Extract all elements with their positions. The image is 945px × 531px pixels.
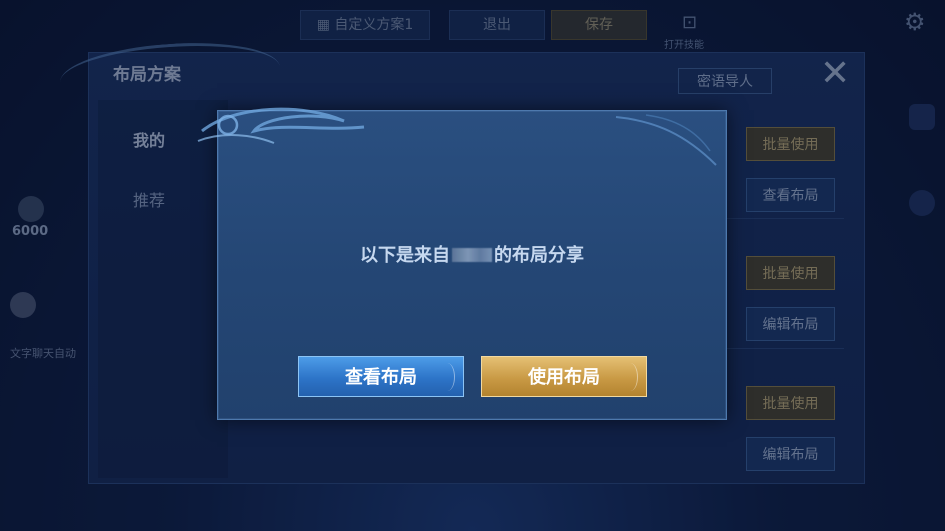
cloud-swirl-decoration [197,107,365,144]
button-glint-decoration [440,363,455,391]
view-layout-button[interactable]: 查看布局 [298,356,464,397]
cloud-swirl-decoration [615,114,717,166]
redacted-username [452,248,492,262]
use-layout-label: 使用布局 [528,367,600,388]
layout-share-dialog: 以下是来自 的布局分享 查看布局 使用布局 [197,107,727,420]
use-layout-button[interactable]: 使用布局 [481,356,647,397]
share-message-prefix: 以下是来自 [360,245,450,266]
view-layout-label: 查看布局 [345,367,417,388]
share-message: 以下是来自 的布局分享 [218,241,726,267]
button-glint-decoration [623,363,638,391]
share-message-suffix: 的布局分享 [494,245,584,266]
